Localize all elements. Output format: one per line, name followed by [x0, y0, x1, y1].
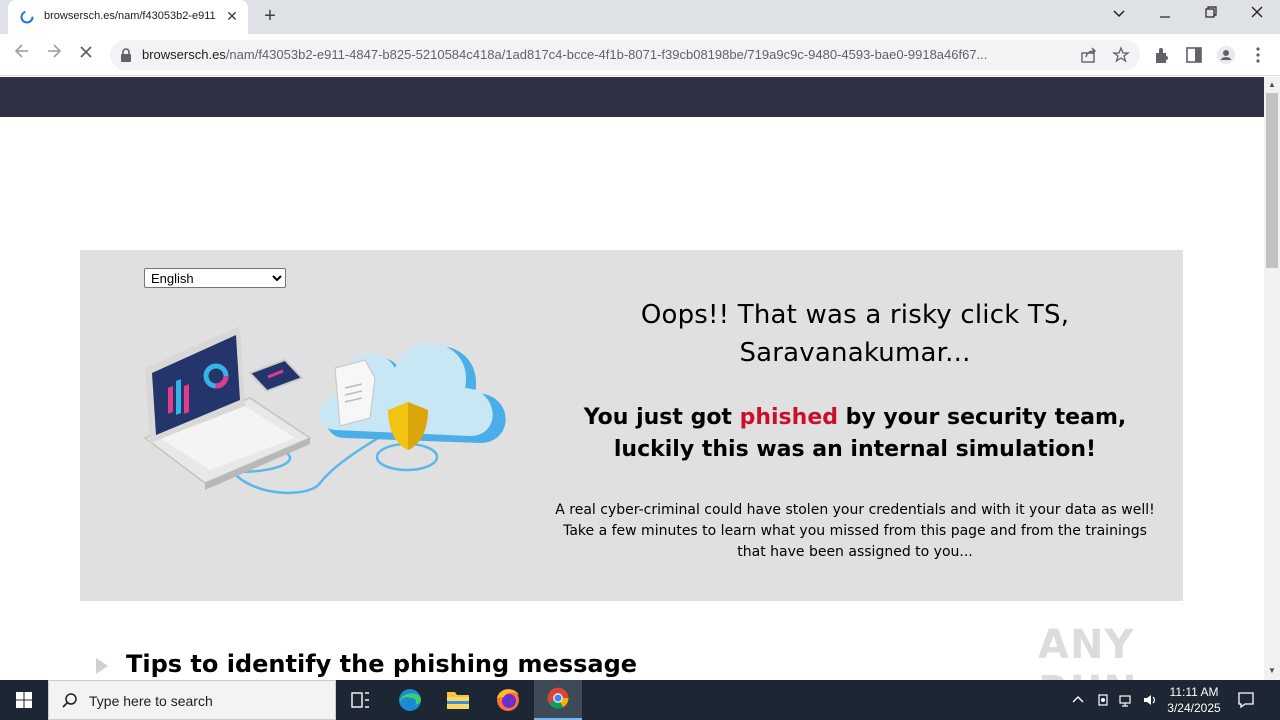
new-tab-button[interactable]: +	[258, 6, 282, 28]
firefox-icon[interactable]	[484, 680, 532, 720]
profile-avatar-icon[interactable]	[1216, 45, 1236, 65]
tab-close-icon[interactable]: ✕	[224, 8, 240, 24]
clock-time: 11:11 AM	[1169, 685, 1219, 699]
scrollbar-thumb[interactable]	[1266, 93, 1278, 268]
stop-loading-icon[interactable]	[74, 43, 98, 67]
laptop-cloud-security-illustration	[143, 326, 506, 494]
browser-toolbar: browsersch.es/nam/f43053b2-e911-4847-b82…	[0, 34, 1280, 76]
site-header-bar	[0, 77, 1264, 117]
network-icon[interactable]	[1118, 692, 1134, 708]
windows-start-icon[interactable]	[0, 680, 48, 720]
scroll-up-arrow-icon[interactable]: ▲	[1267, 80, 1277, 89]
tab-title: browsersch.es/nam/f43053b2-e911	[44, 10, 216, 22]
tab-search-icon[interactable]	[1096, 0, 1142, 30]
anyrun-watermark: ANY RUN	[1038, 612, 1238, 680]
phishing-awareness-banner: English Oops!! That was a risky click TS…	[80, 250, 1183, 601]
expand-triangle-icon[interactable]	[96, 658, 108, 674]
scroll-down-arrow-icon[interactable]: ▼	[1267, 666, 1277, 675]
share-icon[interactable]	[1080, 46, 1098, 64]
page-viewport: English Oops!! That was a risky click TS…	[0, 77, 1264, 680]
taskbar-search-box[interactable]: Type here to search	[48, 680, 336, 720]
volume-icon[interactable]	[1142, 692, 1158, 708]
phished-highlight: phished	[739, 405, 838, 430]
more-menu-icon[interactable]	[1248, 45, 1268, 65]
restore-icon[interactable]	[1188, 0, 1234, 30]
system-clock[interactable]: 11:11 AM 3/24/2025	[1160, 684, 1228, 716]
oops-heading: Oops!! That was a risky click TS, Sarava…	[640, 300, 1070, 368]
back-arrow-icon[interactable]	[10, 43, 34, 67]
task-view-icon[interactable]	[336, 680, 384, 720]
clock-date: 3/24/2025	[1167, 701, 1221, 715]
language-select[interactable]: English	[144, 268, 286, 288]
address-bar[interactable]: browsersch.es/nam/f43053b2-e911-4847-b82…	[110, 40, 1140, 70]
url-host: browsersch.es	[142, 47, 226, 62]
phished-prefix: You just got	[583, 405, 740, 430]
tips-heading[interactable]: Tips to identify the phishing message	[126, 650, 637, 678]
watermark-text: ANY RUN	[1038, 622, 1137, 680]
extensions-icon[interactable]	[1152, 45, 1172, 65]
lock-icon[interactable]	[120, 48, 132, 62]
side-panel-icon[interactable]	[1184, 45, 1204, 65]
explanation-text: A real cyber-criminal could have stolen …	[555, 502, 1155, 560]
forward-arrow-icon[interactable]	[42, 43, 66, 67]
device-icon[interactable]	[1095, 692, 1111, 708]
windows-taskbar: Type here to search 11:11 AM 3/24/2025	[0, 680, 1280, 720]
url-text[interactable]: browsersch.es/nam/f43053b2-e911-4847-b82…	[142, 47, 1082, 62]
chevron-up-icon[interactable]	[1070, 692, 1086, 708]
banner-message: Oops!! That was a risky click TS, Sarava…	[550, 296, 1160, 563]
chrome-icon[interactable]	[534, 680, 582, 720]
notification-center-icon[interactable]	[1236, 690, 1256, 710]
tab-strip: browsersch.es/nam/f43053b2-e911 ✕ +	[0, 0, 1280, 34]
vertical-scrollbar[interactable]: ▲ ▼	[1264, 77, 1280, 680]
minimize-icon[interactable]	[1142, 0, 1188, 30]
search-icon	[62, 693, 77, 708]
phished-heading: You just got phished by your security te…	[550, 402, 1160, 466]
url-path: /nam/f43053b2-e911-4847-b825-5210584c418…	[225, 47, 988, 62]
edge-browser-icon[interactable]	[386, 680, 434, 720]
file-explorer-icon[interactable]	[434, 680, 482, 720]
close-window-icon[interactable]	[1234, 0, 1280, 30]
browser-tab[interactable]: browsersch.es/nam/f43053b2-e911 ✕	[8, 0, 248, 34]
bookmark-star-icon[interactable]	[1112, 46, 1130, 64]
loading-favicon-icon	[20, 10, 34, 24]
search-placeholder: Type here to search	[89, 693, 213, 709]
